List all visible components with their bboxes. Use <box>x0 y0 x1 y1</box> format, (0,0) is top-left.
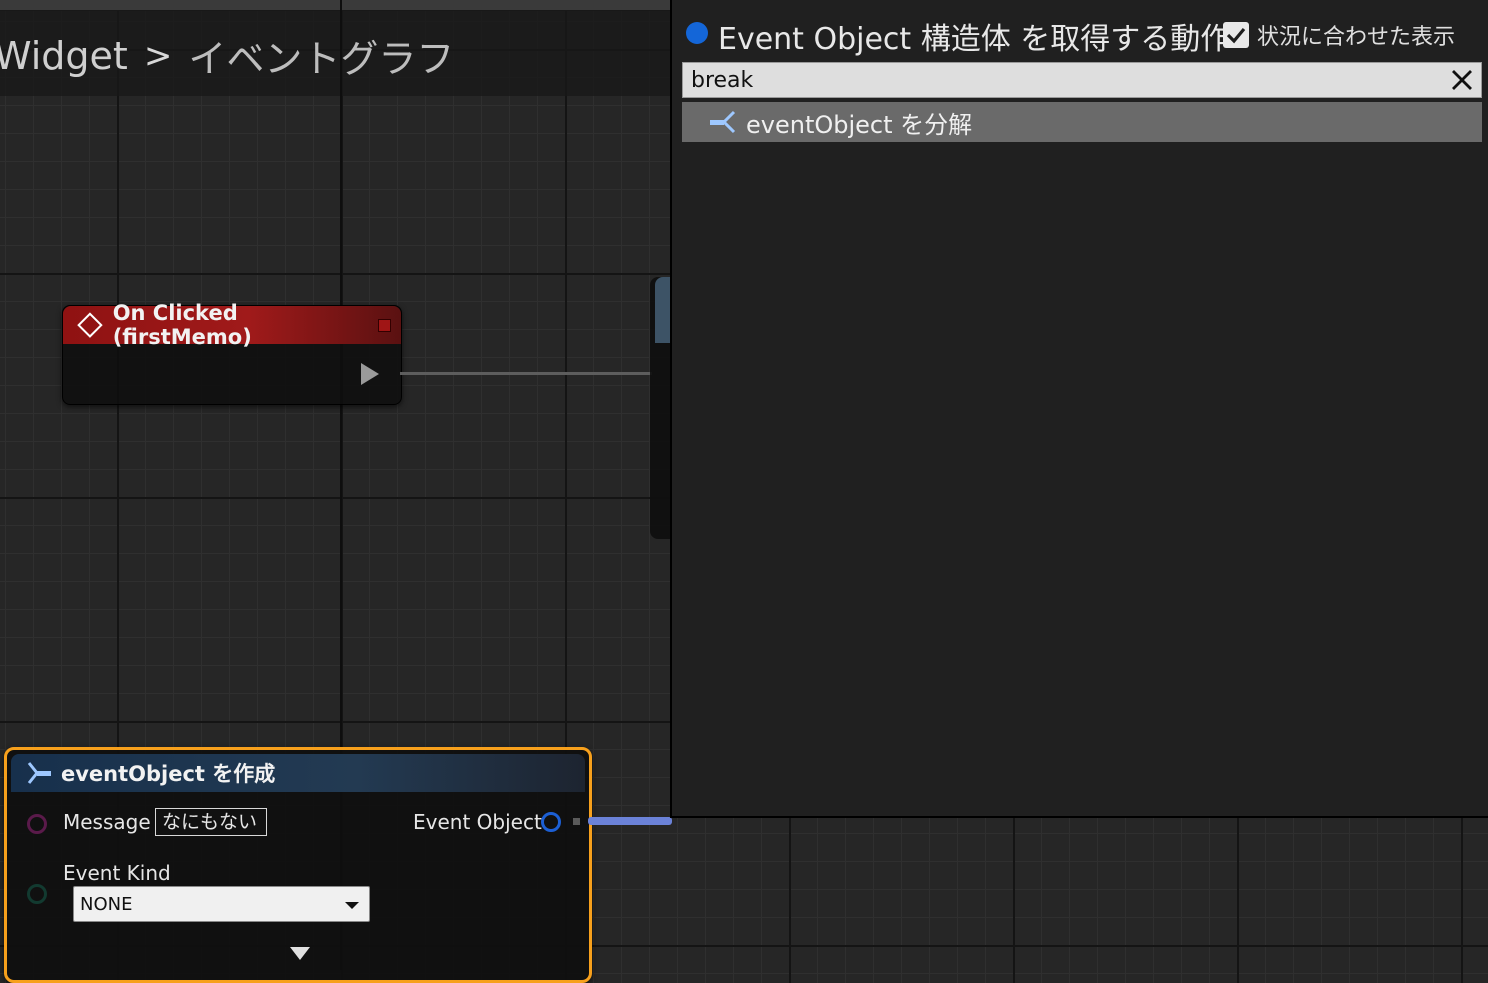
event-object-label: Event Object <box>413 810 542 834</box>
search-box[interactable] <box>682 62 1482 98</box>
context-sensitive-checkbox[interactable] <box>1223 22 1249 48</box>
make-struct-icon <box>27 762 51 784</box>
pin-connector-icon <box>573 818 580 825</box>
on-clicked-node[interactable]: On Clicked (firstMemo) <box>62 301 402 405</box>
struct-wire <box>588 817 672 825</box>
breadcrumb-graph: イベントグラフ <box>188 37 455 81</box>
delegate-pin-icon[interactable] <box>378 318 391 332</box>
make-event-object-node[interactable]: eventObject を作成 Message なにもない Event Obje… <box>4 747 592 983</box>
event-kind-dropdown[interactable]: NONE <box>73 886 370 922</box>
exec-output-pin-icon[interactable] <box>361 363 379 385</box>
checkmark-icon <box>1226 27 1246 44</box>
action-result-item[interactable]: eventObject を分解 <box>682 102 1482 142</box>
struct-type-dot-icon <box>686 22 708 44</box>
action-menu-title: Event Object 構造体 を取得する動作 <box>718 22 1231 57</box>
event-kind-input-pin-icon[interactable] <box>27 884 47 904</box>
dropdown-arrow-icon <box>345 902 359 909</box>
event-object-output-pin-icon[interactable] <box>541 812 561 832</box>
exec-wire <box>400 372 652 375</box>
expand-node-arrow-icon[interactable] <box>290 947 310 960</box>
make-event-object-title: eventObject を作成 <box>61 762 276 786</box>
breadcrumb-separator: > <box>143 35 173 76</box>
action-result-label: eventObject を分解 <box>746 110 973 139</box>
clear-search-icon[interactable] <box>1449 67 1475 93</box>
message-text-field[interactable]: なにもない <box>155 808 267 836</box>
action-menu: Event Object 構造体 を取得する動作 状況に合わせた表示 event… <box>670 0 1488 818</box>
on-clicked-title: On Clicked (firstMemo) <box>112 301 252 349</box>
make-event-object-header[interactable]: eventObject を作成 <box>11 754 585 792</box>
message-input-pin-icon[interactable] <box>27 814 47 834</box>
search-input[interactable] <box>691 63 1431 97</box>
break-struct-icon <box>710 110 736 134</box>
breadcrumb-widget[interactable]: Widget <box>0 34 128 78</box>
context-sensitive-label[interactable]: 状況に合わせた表示 <box>1257 19 1455 51</box>
breadcrumb: Widget > イベントグラフ <box>0 28 454 83</box>
on-clicked-header[interactable]: On Clicked (firstMemo) <box>63 301 401 349</box>
event-kind-value: NONE <box>80 894 133 915</box>
message-label: Message <box>63 810 151 834</box>
event-diamond-icon <box>77 312 103 338</box>
event-kind-label: Event Kind <box>63 861 171 885</box>
